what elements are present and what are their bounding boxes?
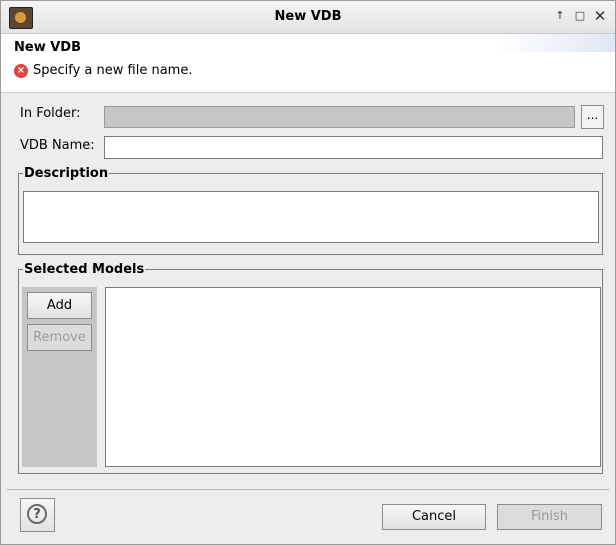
vdb-name-input[interactable] [104, 136, 603, 159]
description-title: Description [23, 166, 110, 181]
maximize-icon[interactable]: □ [573, 9, 587, 23]
selected-models-title: Selected Models [23, 262, 146, 277]
selected-models-list[interactable] [105, 287, 601, 467]
window-controls: ↑ □ ✕ [553, 9, 607, 24]
arrow-up-icon[interactable]: ↑ [553, 9, 567, 23]
models-button-panel: Add Remove [22, 287, 97, 467]
footer-separator [7, 489, 609, 490]
description-group: Description [18, 166, 603, 255]
description-textarea[interactable] [23, 191, 599, 243]
in-folder-field [104, 106, 575, 128]
in-folder-label: In Folder: [20, 106, 81, 121]
cancel-button[interactable]: Cancel [382, 504, 486, 530]
add-button[interactable]: Add [27, 292, 92, 319]
browse-button[interactable]: ... [581, 105, 604, 129]
error-icon: × [14, 64, 28, 78]
title-bar[interactable]: New VDB ↑ □ ✕ [1, 1, 615, 34]
error-message: Specify a new file name. [33, 63, 193, 78]
help-button[interactable]: ? [20, 498, 55, 532]
help-icon: ? [27, 504, 47, 524]
header-title: New VDB [14, 40, 81, 55]
remove-button[interactable]: Remove [27, 324, 92, 351]
window-title: New VDB [274, 9, 342, 24]
finish-button[interactable]: Finish [497, 504, 602, 530]
vdb-name-label: VDB Name: [20, 138, 95, 153]
new-vdb-dialog: New VDB ↑ □ ✕ New VDB × Specify a new fi… [0, 0, 616, 545]
close-icon[interactable]: ✕ [593, 9, 607, 24]
wizard-header: New VDB × Specify a new file name. [1, 34, 615, 93]
